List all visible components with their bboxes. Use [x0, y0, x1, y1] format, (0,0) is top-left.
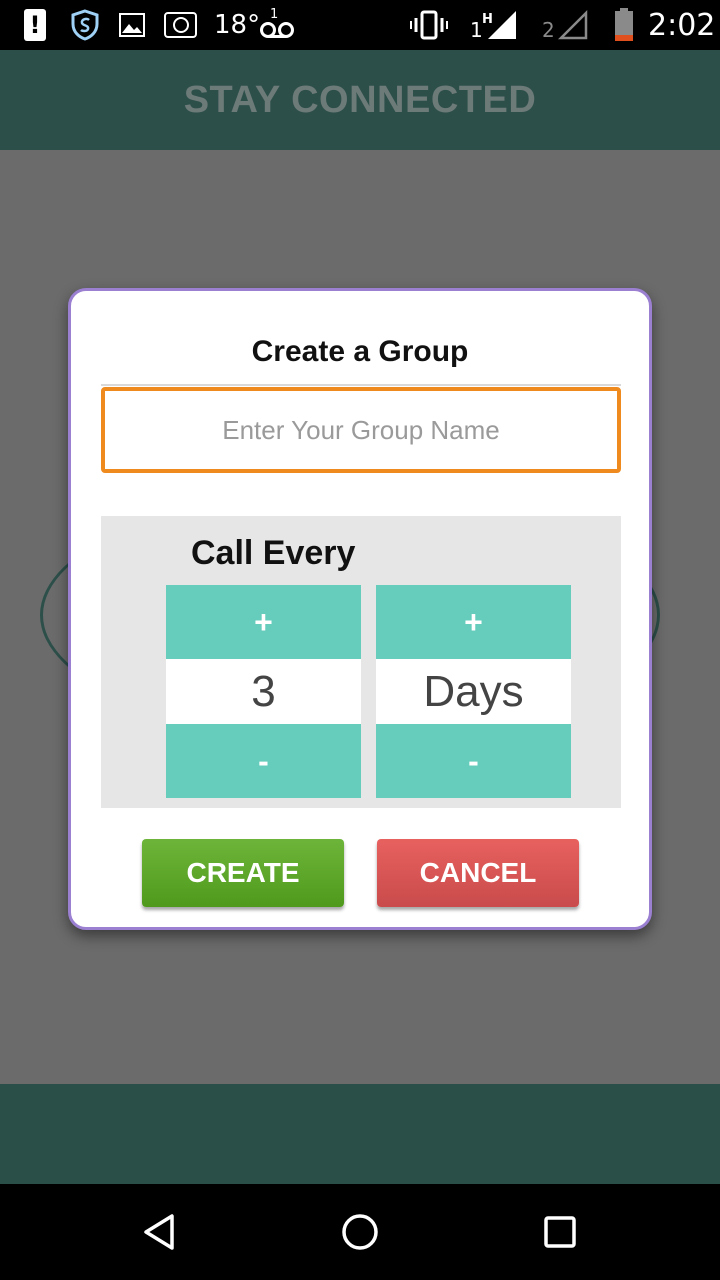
previous-unit-button[interactable]: -: [376, 724, 571, 798]
voicemail-icon: 1: [258, 6, 296, 40]
unit-value: Days: [376, 659, 571, 724]
camera-icon: [164, 12, 197, 38]
number-value: 3: [166, 659, 361, 724]
title-divider: [101, 384, 621, 386]
signal-icon: 1H: [470, 9, 520, 41]
clock-text: 2:02: [648, 8, 716, 43]
alert-icon: !: [24, 9, 46, 41]
shield-icon: [70, 9, 100, 41]
temperature-text: 18°: [214, 10, 261, 40]
call-every-label: Call Every: [191, 534, 356, 572]
increment-number-button[interactable]: +: [166, 585, 361, 659]
next-unit-button[interactable]: +: [376, 585, 571, 659]
image-icon: [119, 13, 145, 37]
signal-icon: 2: [540, 9, 590, 41]
battery-icon: [614, 8, 634, 42]
create-group-dialog: Create a Group Call Every + 3 - + Days -…: [68, 288, 652, 930]
navigation-bar: [0, 1184, 720, 1280]
home-icon[interactable]: [340, 1212, 380, 1252]
call-every-panel: Call Every + 3 - + Days -: [101, 516, 621, 808]
unit-picker: + Days -: [376, 585, 571, 798]
signal1-label: 1: [470, 18, 483, 41]
back-icon[interactable]: [140, 1212, 180, 1252]
signal1-network: H: [482, 12, 493, 27]
group-name-input[interactable]: [101, 387, 621, 473]
bottom-bar: [0, 1084, 720, 1184]
recent-apps-icon[interactable]: [540, 1212, 580, 1252]
voicemail-count: 1: [270, 7, 278, 22]
cancel-button[interactable]: CANCEL: [377, 839, 579, 907]
number-picker: + 3 -: [166, 585, 361, 798]
vibrate-icon: [410, 9, 448, 41]
app-title: STAY CONNECTED: [183, 78, 537, 121]
decrement-number-button[interactable]: -: [166, 724, 361, 798]
app-bar: STAY CONNECTED: [0, 50, 720, 150]
status-bar: ! 18° 1 1H 2 2:02: [0, 0, 720, 50]
dialog-title: Create a Group: [251, 335, 469, 368]
signal2-label: 2: [542, 18, 555, 41]
create-button[interactable]: CREATE: [142, 839, 344, 907]
